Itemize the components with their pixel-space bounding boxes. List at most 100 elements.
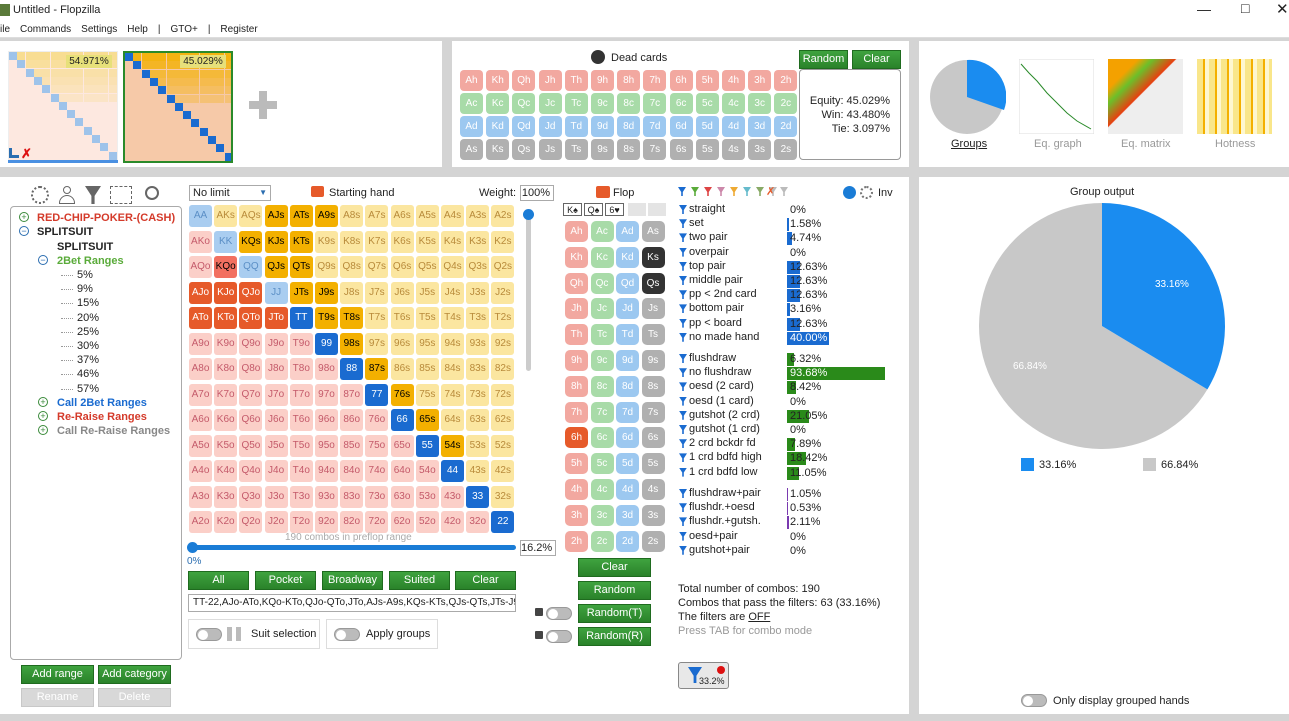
dead-card-Ac[interactable]: Ac bbox=[460, 93, 483, 114]
hand-cell-Q9o[interactable]: Q9o bbox=[239, 332, 263, 355]
filters-state-link[interactable]: OFF bbox=[748, 611, 770, 623]
menu-item-0[interactable]: ile bbox=[0, 24, 10, 35]
hand-cell-AA[interactable]: AA bbox=[189, 205, 212, 227]
dead-card-As[interactable]: As bbox=[460, 139, 483, 160]
dead-card-5s[interactable]: 5s bbox=[695, 139, 719, 160]
maximize-icon[interactable]: □ bbox=[1241, 0, 1249, 16]
flop-card-7s[interactable]: 7s bbox=[641, 401, 665, 423]
hand-cell-63s[interactable]: 63s bbox=[466, 409, 490, 431]
dead-card-7d[interactable]: 7d bbox=[643, 116, 667, 137]
stat-label[interactable]: 2 crd bckdr fd bbox=[689, 437, 756, 451]
hand-cell-T4o[interactable]: T4o bbox=[289, 460, 313, 482]
hand-cell-ATs[interactable]: ATs bbox=[289, 205, 313, 227]
hand-cell-Q7o[interactable]: Q7o bbox=[239, 383, 263, 406]
hand-cell-94s[interactable]: 94s bbox=[441, 332, 464, 355]
hand-cell-97o[interactable]: 97o bbox=[315, 383, 338, 406]
hand-cell-65o[interactable]: 65o bbox=[390, 434, 414, 457]
hand-cell-85o[interactable]: 85o bbox=[340, 434, 364, 457]
dead-card-Js[interactable]: Js bbox=[538, 139, 562, 160]
hand-cell-98s[interactable]: 98s bbox=[340, 332, 364, 355]
hand-cell-92s[interactable]: 92s bbox=[491, 332, 515, 355]
flop-card-5c[interactable]: 5c bbox=[590, 453, 614, 475]
suit-selection-toggle[interactable] bbox=[196, 628, 222, 641]
dead-card-Kh[interactable]: Kh bbox=[486, 70, 510, 91]
tree-range-item[interactable]: 30% bbox=[77, 340, 99, 352]
hand-cell-A2s[interactable]: A2s bbox=[491, 205, 515, 227]
hand-cell-KTo[interactable]: KTo bbox=[214, 307, 238, 329]
flop-card-Qh[interactable]: Qh bbox=[565, 272, 588, 294]
hand-cell-99[interactable]: 99 bbox=[315, 332, 338, 355]
hand-cell-65s[interactable]: 65s bbox=[415, 409, 439, 431]
dead-card-Jc[interactable]: Jc bbox=[538, 93, 562, 114]
hand-cell-AQo[interactable]: AQo bbox=[189, 256, 212, 278]
hand-cell-75s[interactable]: 75s bbox=[415, 383, 439, 406]
limit-select[interactable]: No limit ▼ bbox=[189, 185, 271, 201]
flop-card-As[interactable]: As bbox=[641, 221, 665, 242]
stat-label[interactable]: 1 crd bdfd high bbox=[689, 451, 762, 465]
flop-card-3s[interactable]: 3s bbox=[641, 504, 665, 526]
board-card-slot-empty[interactable] bbox=[628, 203, 646, 216]
flop-card-Ks[interactable]: Ks bbox=[641, 246, 665, 268]
dead-card-4h[interactable]: 4h bbox=[722, 70, 745, 91]
stat-label[interactable]: 1 crd bdfd low bbox=[689, 466, 757, 480]
hand-cell-KQo[interactable]: KQo bbox=[214, 256, 238, 278]
hand-cell-76s[interactable]: 76s bbox=[390, 383, 414, 406]
dead-cards-random-button[interactable]: Random bbox=[799, 50, 848, 69]
flop-card-4s[interactable]: 4s bbox=[641, 479, 665, 500]
stat-label[interactable]: oesd (1 card) bbox=[689, 395, 754, 409]
hand-cell-85s[interactable]: 85s bbox=[415, 358, 439, 380]
hand-cell-95s[interactable]: 95s bbox=[415, 332, 439, 355]
hand-cell-J6s[interactable]: J6s bbox=[390, 281, 414, 304]
hand-cell-94o[interactable]: 94o bbox=[315, 460, 338, 482]
hand-cell-KK[interactable]: KK bbox=[214, 230, 238, 253]
hand-cell-66[interactable]: 66 bbox=[390, 409, 414, 431]
eq-matrix-view-thumbnail[interactable] bbox=[1108, 59, 1183, 134]
dead-card-4d[interactable]: 4d bbox=[722, 116, 745, 137]
hand-cell-T9s[interactable]: T9s bbox=[315, 307, 338, 329]
hand-cell-87o[interactable]: 87o bbox=[340, 383, 364, 406]
user-icon[interactable] bbox=[59, 186, 75, 204]
hand-cell-K5s[interactable]: K5s bbox=[415, 230, 439, 253]
grid-broadway-button[interactable]: Broadway bbox=[322, 571, 383, 590]
stat-label[interactable]: pp < 2nd card bbox=[689, 288, 757, 302]
hand-cell-J7s[interactable]: J7s bbox=[365, 281, 389, 304]
hand-cell-Q2s[interactable]: Q2s bbox=[491, 256, 515, 278]
dead-card-6s[interactable]: 6s bbox=[669, 139, 693, 160]
dead-card-Qc[interactable]: Qc bbox=[512, 93, 536, 114]
menu-item-2[interactable]: Settings bbox=[81, 24, 117, 35]
tree-expand-icon-root1[interactable]: + bbox=[19, 212, 29, 222]
stat-label[interactable]: gutshot+pair bbox=[689, 544, 750, 558]
gear-icon[interactable] bbox=[860, 186, 873, 199]
hand-cell-A3s[interactable]: A3s bbox=[466, 205, 490, 227]
hand-cell-A2o[interactable]: A2o bbox=[189, 511, 212, 533]
hand-cell-T8s[interactable]: T8s bbox=[340, 307, 364, 329]
tree-range-item[interactable]: 46% bbox=[77, 368, 99, 380]
filter-clear-icon[interactable]: ✗ bbox=[766, 185, 775, 198]
hand-cell-J2s[interactable]: J2s bbox=[491, 281, 515, 304]
board-card-slot[interactable]: 6♥ bbox=[605, 203, 624, 216]
hand-cell-74s[interactable]: 74s bbox=[441, 383, 464, 406]
export-icon[interactable] bbox=[110, 186, 132, 204]
board-card-slot[interactable]: Q♠ bbox=[584, 203, 603, 216]
range-text-input[interactable]: TT-22,AJo-ATo,KQo-KTo,QJo-QTo,JTo,AJs-A9… bbox=[188, 594, 516, 612]
hand-cell-QJs[interactable]: QJs bbox=[264, 256, 288, 278]
dead-card-5d[interactable]: 5d bbox=[695, 116, 719, 137]
hand-cell-Q8s[interactable]: Q8s bbox=[340, 256, 364, 278]
hand-cell-J7o[interactable]: J7o bbox=[264, 383, 288, 406]
stat-label[interactable]: no flushdraw bbox=[689, 366, 751, 380]
flop-card-Td[interactable]: Td bbox=[616, 324, 639, 346]
hand-cell-K7s[interactable]: K7s bbox=[365, 230, 389, 253]
flop-card-3c[interactable]: 3c bbox=[590, 504, 614, 526]
hand-cell-JJ[interactable]: JJ bbox=[264, 281, 288, 304]
hand-cell-K3o[interactable]: K3o bbox=[214, 485, 238, 508]
hand-cell-A9o[interactable]: A9o bbox=[189, 332, 212, 355]
flop-card-Qd[interactable]: Qd bbox=[616, 272, 639, 294]
hand-cell-Q3o[interactable]: Q3o bbox=[239, 485, 263, 508]
dead-card-Kc[interactable]: Kc bbox=[486, 93, 510, 114]
hand-cell-93s[interactable]: 93s bbox=[466, 332, 490, 355]
hand-cell-72s[interactable]: 72s bbox=[491, 383, 515, 406]
hand-cell-J2o[interactable]: J2o bbox=[264, 511, 288, 533]
hand-cell-74o[interactable]: 74o bbox=[365, 460, 389, 482]
dead-card-Jd[interactable]: Jd bbox=[538, 116, 562, 137]
dead-card-Ah[interactable]: Ah bbox=[460, 70, 483, 91]
